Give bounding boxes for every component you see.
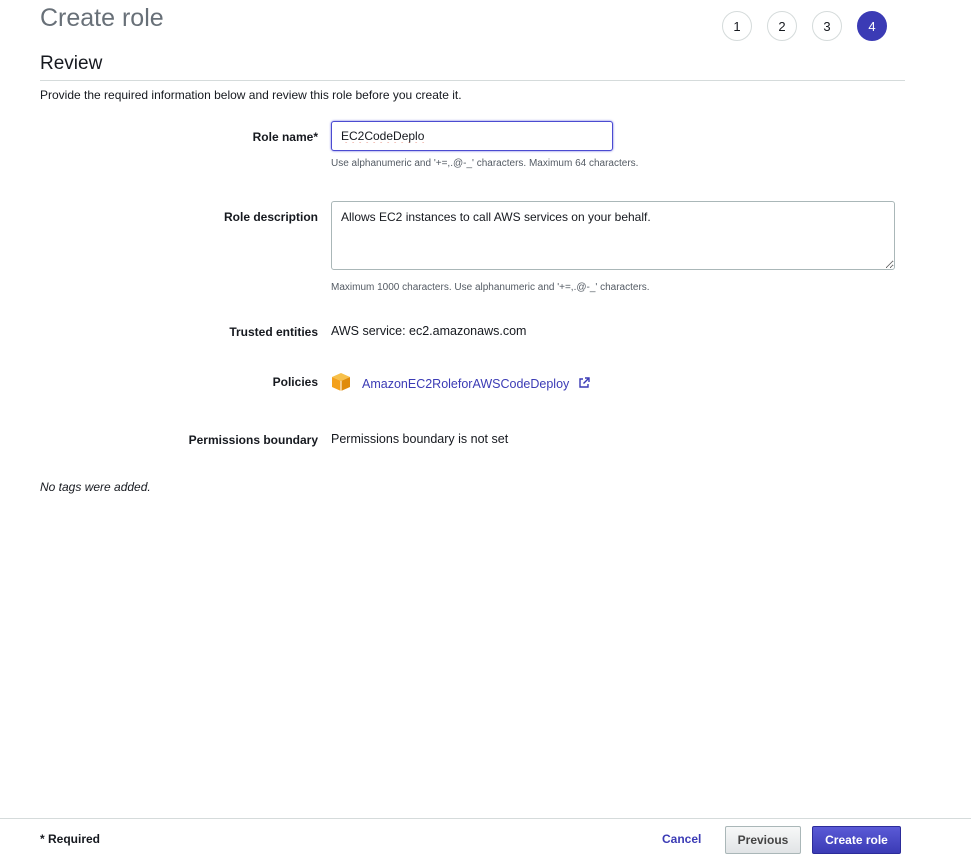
role-description-hint: Maximum 1000 characters. Use alphanumeri… (331, 282, 650, 293)
previous-button[interactable]: Previous (725, 826, 801, 854)
external-link-icon (579, 377, 590, 388)
permissions-boundary-label: Permissions boundary (188, 433, 318, 447)
wizard-steps: 1 2 3 4 (722, 11, 887, 41)
required-note: * Required (40, 832, 101, 846)
step-1[interactable]: 1 (722, 11, 752, 41)
role-description-label: Role description (223, 210, 318, 224)
policy-cube-icon (332, 373, 350, 391)
step-2[interactable]: 2 (767, 11, 797, 41)
review-intro-text: Provide the required information below a… (40, 88, 462, 102)
permissions-boundary-value: Permissions boundary is not set (331, 432, 509, 446)
section-heading-review: Review (40, 53, 103, 74)
no-tags-message: No tags were added. (40, 480, 151, 494)
role-description-textarea[interactable]: Allows EC2 instances to call AWS service… (331, 201, 895, 270)
role-name-label: Role name* (252, 130, 318, 144)
create-role-page: Create role 1 2 3 4 Review Provide the r… (0, 0, 971, 854)
policy-link-label: AmazonEC2RoleforAWSCodeDeploy (362, 377, 570, 391)
step-4-current[interactable]: 4 (857, 11, 887, 41)
policies-label: Policies (272, 375, 318, 389)
page-title: Create role (40, 4, 164, 32)
create-role-button[interactable]: Create role (812, 826, 901, 854)
role-name-hint: Use alphanumeric and '+=,.@-_' character… (331, 158, 639, 169)
trusted-entities-label: Trusted entities (229, 325, 318, 339)
policy-link[interactable]: AmazonEC2RoleforAWSCodeDeploy (362, 377, 590, 391)
trusted-entities-value: AWS service: ec2.amazonaws.com (331, 324, 527, 338)
role-name-input[interactable] (331, 121, 613, 151)
policy-item: AmazonEC2RoleforAWSCodeDeploy (331, 372, 590, 392)
step-3[interactable]: 3 (812, 11, 842, 41)
cancel-button[interactable]: Cancel (662, 832, 701, 846)
section-divider (40, 80, 905, 81)
footer-divider (0, 818, 971, 819)
